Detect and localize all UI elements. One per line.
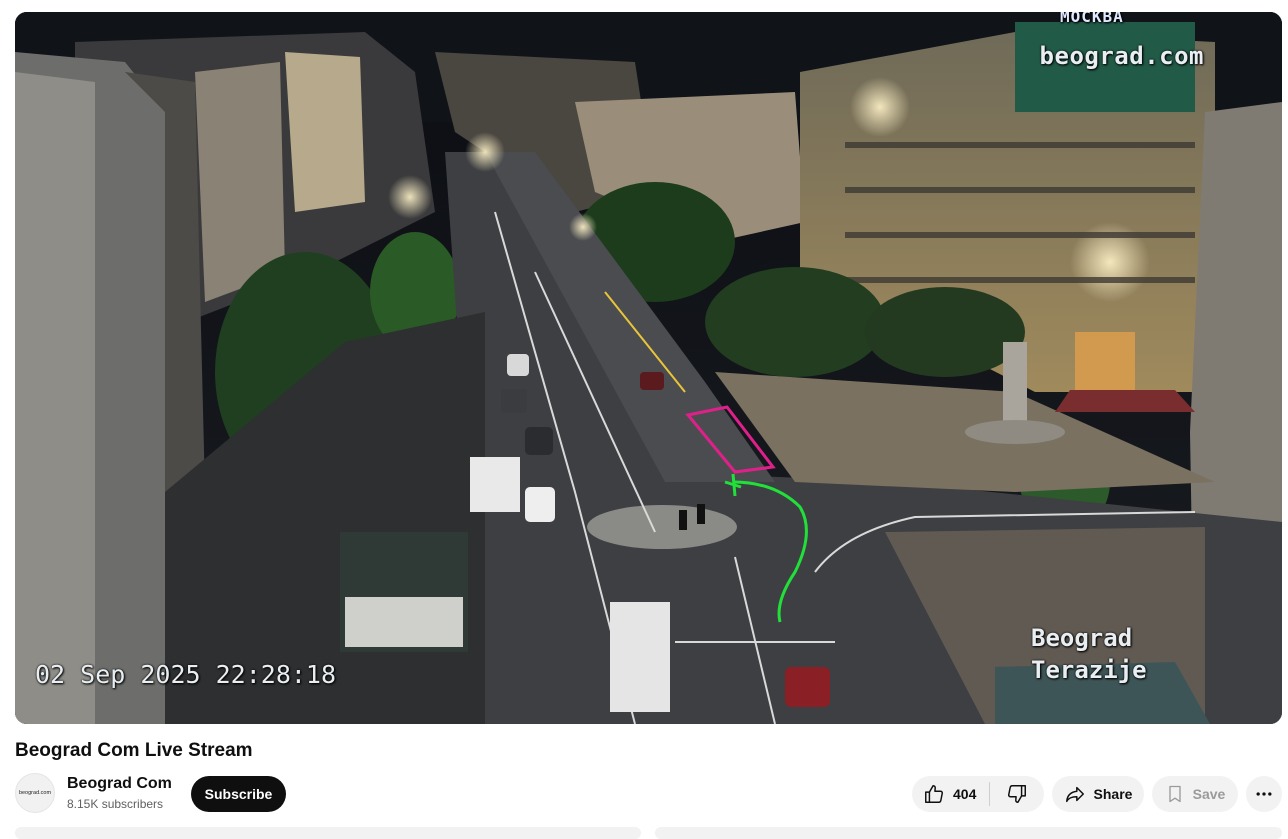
dislike-button[interactable] (990, 776, 1044, 812)
video-watermark: beograd.com (1039, 42, 1204, 70)
share-label: Share (1093, 786, 1133, 802)
building-sign-text: MOCKBA (1060, 12, 1124, 26)
more-actions-button[interactable] (1246, 776, 1282, 812)
channel-avatar-text: beograd.com (18, 790, 52, 796)
video-location-line2: Terazije (1031, 656, 1147, 684)
subscribe-button[interactable]: Subscribe (191, 776, 286, 812)
video-location-line1: Beograd (1031, 624, 1133, 652)
like-dislike-group: 404 (912, 776, 1044, 812)
subscriber-count: 8.15K subscribers (67, 797, 164, 811)
save-label: Save (1192, 786, 1226, 802)
channel-avatar[interactable]: beograd.com (15, 773, 55, 813)
like-button[interactable]: 404 (912, 776, 989, 812)
thumbs-up-icon (923, 783, 945, 805)
video-frame (15, 12, 1282, 724)
share-button[interactable]: Share (1052, 776, 1144, 812)
video-player[interactable]: MOCKBA beograd.com 02 Sep 2025 22:28:18 … (15, 12, 1282, 724)
video-title: Beograd Com Live Stream (15, 740, 253, 761)
video-timestamp: 02 Sep 2025 22:28:18 (35, 660, 337, 689)
channel-name[interactable]: Beograd Com (67, 775, 172, 793)
share-arrow-icon (1064, 783, 1086, 805)
thumbs-down-icon (1006, 783, 1028, 805)
bookmark-icon (1165, 784, 1185, 804)
description-card[interactable] (15, 827, 641, 839)
chat-card[interactable] (655, 827, 1282, 839)
save-button[interactable]: Save (1152, 776, 1238, 812)
more-horizontal-icon (1254, 784, 1274, 804)
like-count: 404 (953, 786, 977, 802)
